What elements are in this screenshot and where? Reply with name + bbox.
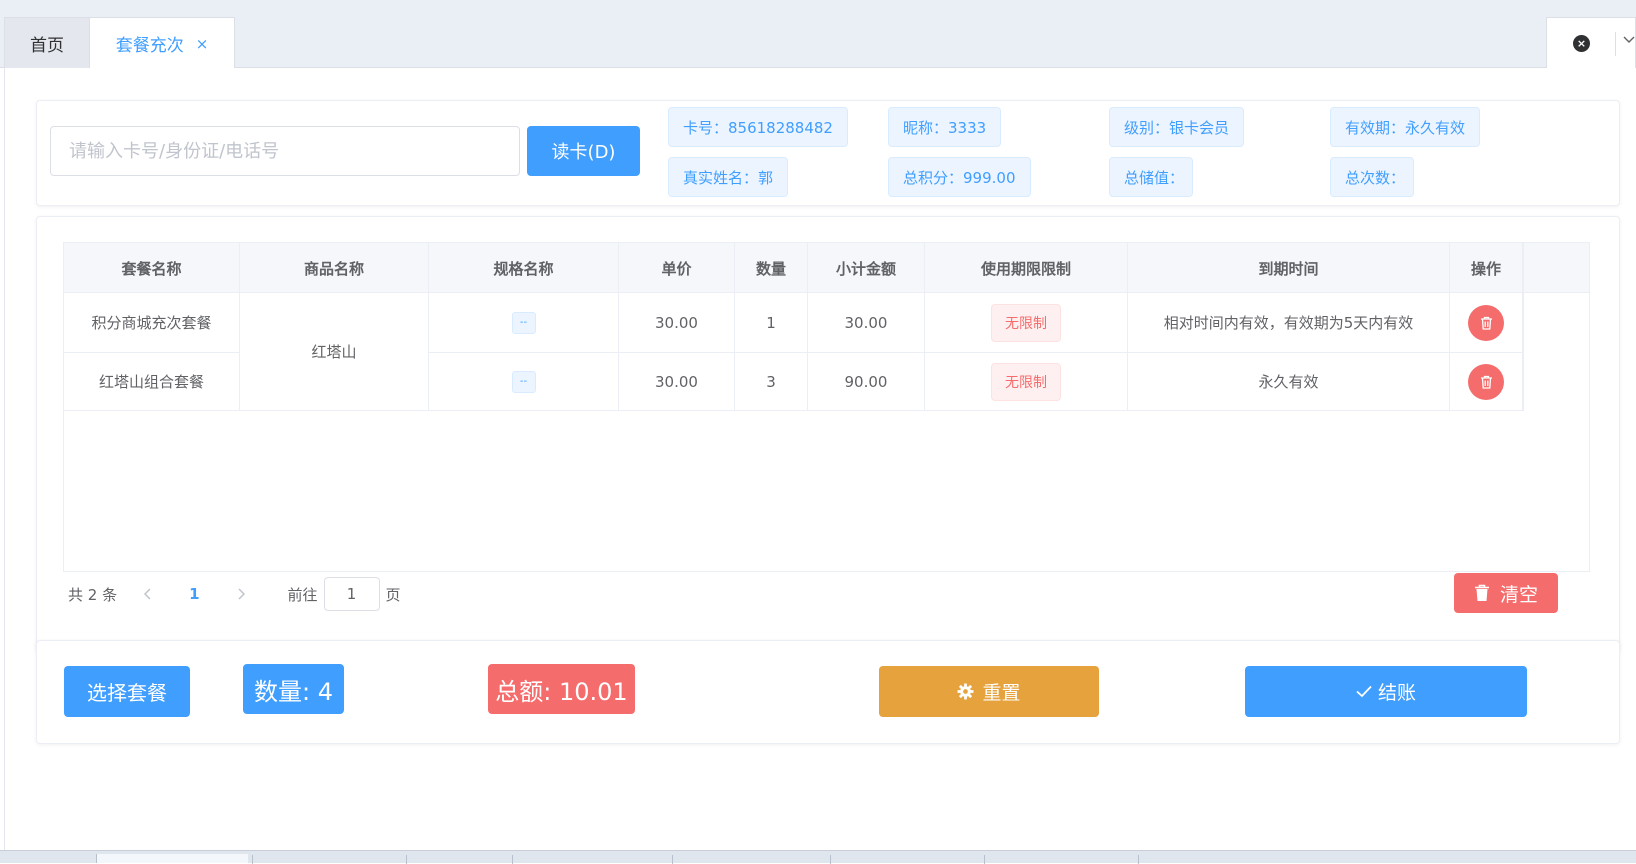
th-spec-name: 规格名称 [429,243,619,293]
trash-icon [1474,584,1489,601]
th-quantity: 数量 [735,243,808,293]
pagination-current-page[interactable]: 1 [189,585,199,603]
package-table: 套餐名称 商品名称 规格名称 单价 数量 小计金额 使用期限限制 到期时间 操作… [63,242,1590,572]
total-times-tag: 总次数： [1330,157,1414,197]
os-taskbar [0,850,1636,864]
delete-row-button[interactable] [1468,304,1504,341]
table-row-2-limit: 无限制 [925,353,1128,411]
table-row-1-qty: 1 [735,293,808,353]
table-row-2-spec: -- [429,353,619,411]
table-header: 套餐名称 商品名称 规格名称 单价 数量 小计金额 使用期限限制 到期时间 操作 [64,243,1589,293]
tabs-bar: 首页 套餐充次 × × [0,0,1636,69]
tab-package-recharge-label: 套餐充次 [115,36,184,56]
table-row-2-expiry: 永久有效 [1128,353,1450,411]
tab-home[interactable]: 首页 [4,17,90,68]
tools-divider [1615,32,1616,56]
package-table-card: 套餐名称 商品名称 规格名称 单价 数量 小计金额 使用期限限制 到期时间 操作… [36,216,1620,652]
real-name-tag: 真实姓名：郭 [668,157,789,197]
limit-tag: 无限制 [991,362,1061,401]
th-unit-price: 单价 [619,243,735,293]
clear-label: 清空 [1499,583,1538,606]
table-merged-product: 红塔山 [240,293,429,411]
taskbar-item[interactable] [96,854,248,863]
table-row-1-subtotal: 30.00 [808,293,925,353]
tab-package-recharge[interactable]: 套餐充次 × [89,17,235,69]
total-amount-badge: 总额: 10.01 [488,664,635,714]
table-row-2-actions [1450,353,1523,411]
member-search-input[interactable] [50,126,520,176]
checkout-label: 结账 [1377,682,1416,704]
table-row-1-expiry: 相对时间内有效，有效期为5天内有效 [1128,293,1450,353]
quantity-badge: 数量: 4 [243,664,344,714]
th-subtotal: 小计金额 [808,243,925,293]
select-package-button[interactable]: 选择套餐 [64,666,190,717]
tab-close-icon[interactable]: × [196,35,209,53]
chevron-left-icon[interactable] [143,587,153,601]
trash-icon [1480,375,1492,389]
reset-button[interactable]: 重置 [879,666,1099,717]
tab-tools: × [1546,17,1636,69]
clear-button[interactable]: 清空 [1454,573,1558,613]
chevron-down-icon[interactable] [1623,33,1635,45]
quantity-label: 数量: 4 [254,677,333,706]
member-card: 读卡(D) 卡号：85618288482 昵称：3333 级别：银卡会员 有效期… [36,100,1620,206]
close-all-tabs-icon[interactable]: × [1573,35,1590,52]
th-usage-limit: 使用期限限制 [925,243,1128,293]
read-card-button[interactable]: 读卡(D) [527,126,640,176]
th-expiry: 到期时间 [1128,243,1450,293]
level-tag: 级别：银卡会员 [1109,107,1245,147]
table-row-1-limit: 无限制 [925,293,1128,353]
validity-tag: 有效期：永久有效 [1330,107,1481,147]
th-product-name: 商品名称 [240,243,429,293]
table-row-1-spec: -- [429,293,619,353]
select-package-label: 选择套餐 [87,681,167,705]
total-amount-label: 总额: 10.01 [495,677,628,706]
table-row-2-price: 30.00 [619,353,735,411]
nickname-tag: 昵称：3333 [888,107,1002,147]
table-row-2-qty: 3 [735,353,808,411]
th-actions: 操作 [1450,243,1523,293]
pagination-goto-input[interactable] [323,577,380,611]
card-number-tag: 卡号：85618288482 [668,107,848,147]
chevron-right-icon[interactable] [236,587,246,601]
table-row-2-package: 红塔山组合套餐 [64,353,240,411]
pagination-total: 共 2 条 [68,585,118,604]
table-row-2-subtotal: 90.00 [808,353,925,411]
limit-tag: 无限制 [991,303,1061,342]
table-row-1-actions [1450,293,1523,353]
spec-tag: -- [511,311,536,334]
check-icon [1356,685,1372,698]
total-stored-tag: 总储值： [1109,157,1193,197]
page-content: 读卡(D) 卡号：85618288482 昵称：3333 级别：银卡会员 有效期… [4,68,1636,850]
checkout-button[interactable]: 结账 [1245,666,1527,717]
table-row-1-package: 积分商城充次套餐 [64,293,240,353]
read-card-label: 读卡(D) [551,142,616,163]
table-row-1-price: 30.00 [619,293,735,353]
th-package-name: 套餐名称 [64,243,240,293]
pagination-goto-label: 前往 [287,585,318,604]
pagination-page-suffix: 页 [385,585,401,604]
table-scroll-gutter [1523,243,1524,411]
total-points-tag: 总积分：999.00 [888,157,1031,197]
checkout-card: 选择套餐 数量: 4 总额: 10.01 重置 结账 [36,640,1620,744]
spec-tag: -- [511,370,536,393]
trash-icon [1480,316,1492,330]
delete-row-button[interactable] [1468,363,1504,400]
gear-icon [958,683,974,700]
pagination: 共 2 条 1 前往 页 [68,577,401,611]
reset-label: 重置 [982,682,1021,704]
tab-home-label: 首页 [30,35,64,56]
